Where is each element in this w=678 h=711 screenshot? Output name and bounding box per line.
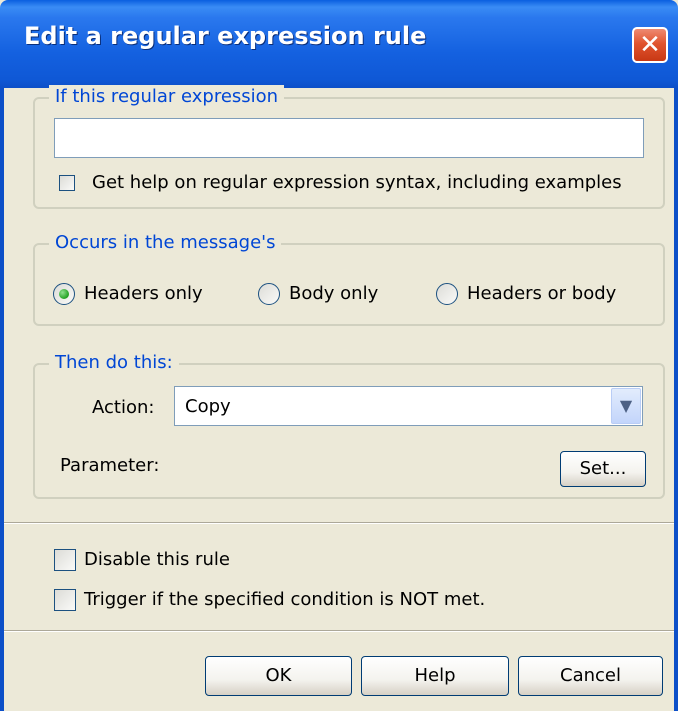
action-select-value: Copy (185, 396, 231, 417)
action-select[interactable]: Copy ▼ (174, 386, 643, 426)
radio-headers-only-label[interactable]: Headers only (84, 282, 203, 306)
radio-body-only-label[interactable]: Body only (289, 282, 378, 306)
cancel-button-label: Cancel (560, 665, 621, 686)
help-button-label: Help (414, 665, 456, 686)
action-group-title: Then do this: (49, 351, 179, 375)
help-button[interactable]: Help (361, 656, 509, 696)
close-icon: ✕ (639, 30, 661, 60)
radio-headers-only[interactable] (53, 283, 75, 305)
separator-highlight (4, 523, 674, 524)
radio-body-only[interactable] (258, 283, 280, 305)
set-button-label: Set... (579, 458, 627, 479)
disable-rule-checkbox[interactable] (54, 549, 76, 571)
separator-highlight (4, 631, 674, 632)
radio-headers-or-body-label[interactable]: Headers or body (467, 282, 616, 306)
radio-selected-dot (59, 289, 69, 299)
disable-rule-label[interactable]: Disable this rule (84, 548, 230, 572)
occurs-group-title: Occurs in the message's (49, 231, 282, 255)
ok-button[interactable]: OK (205, 656, 352, 696)
window-border-left (0, 88, 4, 711)
action-label: Action: (92, 397, 155, 418)
window-border-right (674, 88, 678, 711)
radio-headers-or-body[interactable] (436, 283, 458, 305)
edit-regex-rule-dialog: Edit a regular expression rule ✕ If this… (0, 0, 678, 711)
regex-input[interactable] (54, 118, 644, 158)
set-button[interactable]: Set... (560, 451, 646, 487)
trigger-not-met-checkbox[interactable] (54, 589, 76, 611)
parameter-label: Parameter: (60, 455, 160, 476)
title-bar[interactable]: Edit a regular expression rule ✕ (0, 0, 678, 88)
help-syntax-label[interactable]: Get help on regular expression syntax, i… (92, 171, 622, 195)
action-dropdown-button[interactable]: ▼ (611, 388, 641, 424)
chevron-down-icon: ▼ (619, 396, 633, 415)
ok-button-label: OK (265, 665, 292, 686)
window-title: Edit a regular expression rule (24, 22, 427, 50)
close-button[interactable]: ✕ (632, 27, 668, 63)
help-syntax-checkbox[interactable] (59, 175, 75, 191)
cancel-button[interactable]: Cancel (518, 656, 663, 696)
regex-group-title: If this regular expression (49, 85, 285, 109)
trigger-not-met-label[interactable]: Trigger if the specified condition is NO… (84, 588, 485, 612)
